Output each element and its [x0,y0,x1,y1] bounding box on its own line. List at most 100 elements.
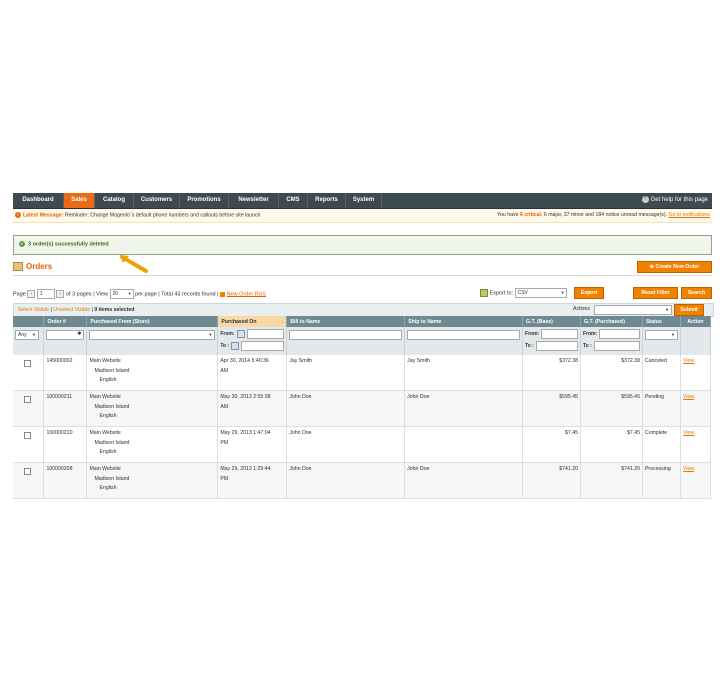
order-number-filter[interactable]: ✱ [46,330,85,340]
table-row[interactable]: 100000211 Main Website Madison Island Engl… [13,390,712,427]
col-order-number[interactable]: Order # [43,316,88,327]
submit-button[interactable]: Submit [674,304,704,316]
ship-to-name [404,426,524,463]
gt-base-to-label: To : [525,343,534,349]
gt-purchased-from-input[interactable] [599,329,640,339]
page-input[interactable]: 1 [36,289,55,299]
total-records: Total 43 records found [161,291,216,298]
nav-promotions[interactable]: Promotions [180,193,229,208]
chevron-down-icon: ▼ [665,307,669,312]
nav-sales[interactable]: Sales [64,193,95,208]
create-order-label: Create New Order [655,264,700,270]
order-status: Pending [642,390,681,427]
purchased-on-date: Apr 30, 2014 5:40:36 [220,358,269,364]
unselect-visible-link[interactable]: Unselect Visible [53,307,90,313]
date-to-label: To : [220,343,230,349]
calendar-icon[interactable] [236,330,245,338]
actions-select[interactable]: ▼ [594,305,672,315]
nav-cms[interactable]: CMS [279,193,308,208]
create-order-button[interactable]: ⊕ Create New Order [637,261,712,273]
checkbox-filter-select[interactable]: Any [15,330,39,340]
table-row[interactable]: 100000210 Main Website Madison Island Engl… [13,426,712,463]
export-button[interactable]: Export [574,287,604,299]
col-purchased-from[interactable]: Purchased From (Store) [86,316,219,327]
pointer-arrow-icon [120,255,148,273]
store-name: Madison Island [94,367,130,374]
store-website: Main Website [89,430,121,436]
view-link[interactable]: View [683,466,694,472]
store-name: Madison Island [94,439,130,446]
col-status[interactable]: Status [642,316,681,327]
order-status: Canceled [642,355,681,391]
row-checkbox[interactable] [24,432,31,439]
view-link[interactable]: View [683,358,694,364]
store-website: Main Website [89,466,121,472]
col-gt-purchased[interactable]: G.T. (Purchased) [580,316,643,327]
gt-base: $595.45 [522,390,581,427]
next-page-icon[interactable]: › [56,290,65,298]
purchased-on-ampm: AM [220,367,229,374]
view-link[interactable]: View [683,394,694,400]
row-checkbox[interactable] [24,468,31,475]
view-link[interactable]: View [683,430,694,436]
table-row[interactable]: 145000002 Main Website Madison Island Engl… [13,355,712,391]
of-pages: of 3 pages [65,291,92,298]
gt-base-from-label: From: [525,331,540,337]
store-filter-select[interactable] [89,330,216,340]
purchased-on-date: May 29, 2013 1:47:04 [220,430,271,436]
search-button[interactable]: Search [681,287,712,299]
nav-system[interactable]: System [346,193,382,208]
per-page-select[interactable]: 20 ▼ [109,289,134,299]
gt-purchased: $741.20 [580,462,643,499]
order-status: Complete [642,426,681,463]
nav-reports[interactable]: Reports [308,193,346,208]
purchased-on-cell: Apr 30, 2014 5:40:36 AM [217,355,288,391]
row-checkbox[interactable] [24,360,31,367]
row-checkbox[interactable] [24,396,31,403]
notice-label: Latest Message: [23,212,64,219]
page-title: Orders [13,262,53,272]
export-format-value: CSV [517,290,528,296]
export-format-select[interactable]: CSV ▼ [514,288,567,298]
view-label: View [96,291,108,298]
ship-to-filter[interactable] [407,330,521,340]
gt-purchased-to-input[interactable] [593,341,640,351]
gt-purchased: $7.45 [580,426,643,463]
grid-header: Order # Purchased From (Store) Purchased… [13,316,712,327]
nav-newsletter[interactable]: Newsletter [229,193,279,208]
purchased-on-cell: May 29, 2013 1:47:04 PM [217,426,288,463]
page-title-text: Orders [26,262,53,271]
date-to-input[interactable] [241,341,285,351]
purchased-on-date: May 30, 2013 2:55:38 [220,394,271,400]
gt-base-from-input[interactable] [541,329,578,339]
nav-catalog[interactable]: Catalog [95,193,134,208]
reset-filter-button[interactable]: Reset Filter [633,287,678,299]
rss-link[interactable]: New Order RSS [227,291,266,297]
date-from-label: From: [220,331,235,337]
prev-page-icon[interactable]: ‹ [27,290,36,298]
bill-to-filter[interactable] [289,330,403,340]
warning-icon: ! [15,212,21,218]
calendar-icon[interactable] [231,342,240,350]
store-view: English [99,449,117,455]
table-row[interactable]: 100000208 Main Website Madison Island Engl… [13,462,712,499]
date-from-input[interactable] [246,329,285,339]
status-filter-select[interactable] [644,330,678,340]
select-visible-link[interactable]: Select Visible [18,307,49,313]
col-ship-to[interactable]: Ship to Name [404,316,524,327]
gt-base-to-input[interactable] [535,341,578,351]
col-purchased-on[interactable]: Purchased On ↓ [217,316,288,327]
help-link[interactable]: ? Get help for this page [641,193,708,208]
export-label: Export to: [489,290,514,297]
notifications-link[interactable]: Go to notifications [668,212,710,218]
col-checkbox [13,316,45,327]
nav-dashboard[interactable]: Dashboard [13,193,64,208]
nav-customers[interactable]: Customers [134,193,180,208]
bill-to-name: John Doe [286,390,406,427]
ship-to-name: John Doe [404,390,524,427]
col-action: Action [680,316,712,327]
col-bill-to[interactable]: Bill to Name [286,316,406,327]
col-purchased-on-label: Purchased On [221,318,257,325]
col-gt-base[interactable]: G.T. (Base) [522,316,581,327]
selected-count: 0 items selected [94,307,135,313]
